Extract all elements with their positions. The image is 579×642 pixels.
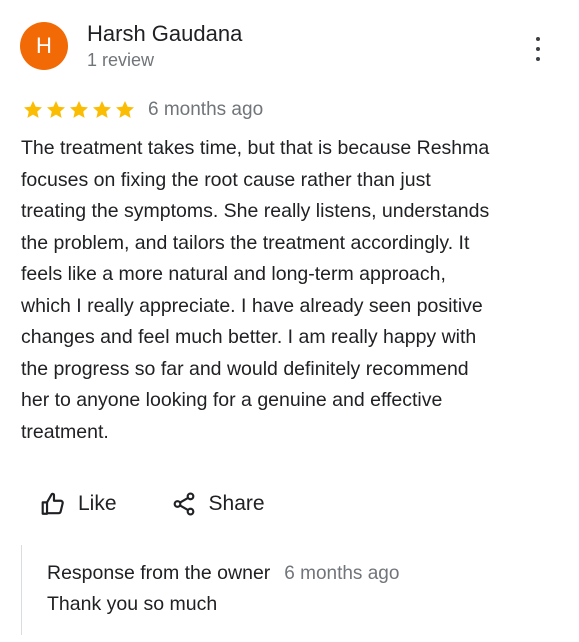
review-text-line: changes and feel much better. I am reall… <box>21 326 477 348</box>
review-text-line: The treatment takes time, but that is be… <box>21 137 490 159</box>
review-text-line: the problem, and tailors the treatment a… <box>21 231 470 254</box>
reviewer-name[interactable]: Harsh Gaudana <box>87 22 242 46</box>
share-label: Share <box>208 492 265 515</box>
review-time: 6 months ago <box>148 99 264 120</box>
star-icon <box>68 99 90 121</box>
star-icon <box>45 99 67 121</box>
rating-row: 6 months ago <box>22 98 263 122</box>
star-icon <box>22 99 44 121</box>
review-text: The treatment takes time, but that is be… <box>21 133 561 448</box>
owner-response-header: Response from the owner 6 months ago <box>47 562 561 585</box>
review-actions: Like Share <box>40 488 265 520</box>
like-label: Like <box>78 492 117 515</box>
like-button[interactable]: Like <box>40 491 117 517</box>
review-text-line: which I really appreciate. I have alread… <box>21 294 483 317</box>
more-dot <box>536 37 540 41</box>
share-icon <box>171 491 197 517</box>
thumb-up-icon <box>40 491 66 517</box>
share-button[interactable]: Share <box>171 491 265 517</box>
review-text-line: treating the symptoms. She really listen… <box>21 200 490 222</box>
star-icon <box>91 99 113 121</box>
review-header: H Harsh Gaudana 1 review <box>20 22 559 72</box>
star-icon <box>114 99 136 121</box>
review-text-line: treatment. <box>21 420 109 443</box>
review-text-line: her to anyone looking for a genuine and … <box>21 389 443 411</box>
more-options-icon[interactable] <box>531 37 545 61</box>
owner-response: Response from the owner 6 months ago Tha… <box>21 545 561 635</box>
avatar[interactable]: H <box>20 22 68 70</box>
review-text-line: focuses on fixing the root cause rather … <box>21 168 431 191</box>
owner-response-time: 6 months ago <box>284 563 400 584</box>
review-text-line: feels like a more natural and long-term … <box>21 263 446 285</box>
review-text-line: the progress so far and would definitely… <box>21 357 469 380</box>
owner-response-title: Response from the owner <box>47 562 271 584</box>
star-rating <box>22 99 136 121</box>
owner-response-text: Thank you so much <box>47 593 218 615</box>
more-dot <box>536 47 540 51</box>
reviewer-review-count: 1 review <box>87 50 155 70</box>
more-dot <box>536 57 540 61</box>
